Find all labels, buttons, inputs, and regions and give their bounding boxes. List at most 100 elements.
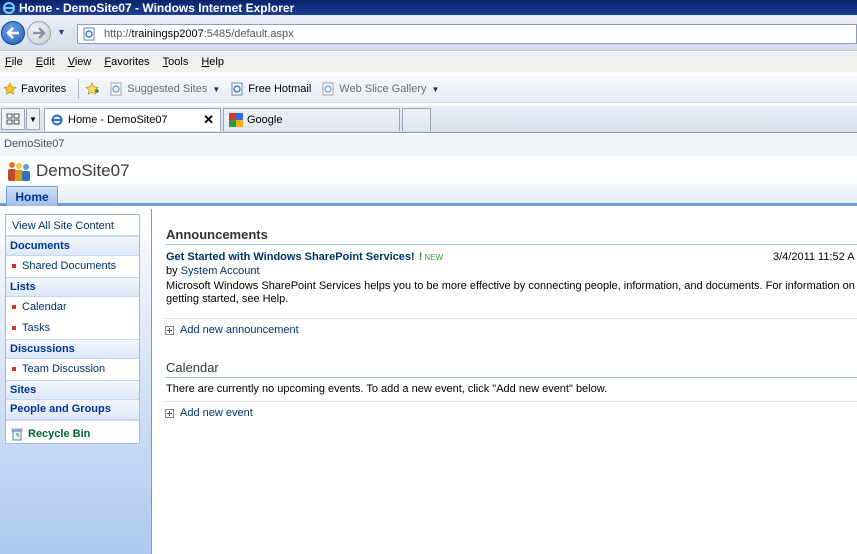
address-bar[interactable]: http://trainingsp2007:5485/default.aspx — [77, 24, 857, 44]
page-icon — [83, 27, 95, 41]
favorites-bar: Favorites Suggested Sites ▼ Free Hotmail… — [0, 76, 857, 103]
recycle-bin-label: Recycle Bin — [28, 428, 91, 440]
new-marker-bang: ! — [418, 251, 423, 263]
recycle-bin-link[interactable]: Recycle Bin — [6, 420, 139, 443]
announcement-author-link[interactable]: System Account — [181, 265, 260, 277]
url-host: trainingsp2007 — [131, 28, 204, 40]
tab-list-button[interactable]: ▼ — [26, 108, 40, 130]
favorites-free-hotmail[interactable]: Free Hotmail — [230, 82, 311, 96]
chevron-down-icon: ▼ — [431, 84, 440, 94]
window-titlebar: Home - DemoSite07 - Windows Internet Exp… — [0, 0, 857, 15]
recent-pages-dropdown[interactable]: ▼ — [57, 27, 66, 37]
add-item-icon — [165, 408, 174, 418]
ie-logo-icon — [2, 1, 16, 14]
by-label: by — [166, 265, 178, 277]
back-arrow-icon — [6, 27, 19, 39]
breadcrumb: DemoSite07 — [0, 134, 857, 156]
window-title: Home - DemoSite07 - Windows Internet Exp… — [19, 0, 295, 15]
top-nav-home-tab[interactable]: Home — [6, 186, 58, 206]
add-new-event-link[interactable]: Add new event — [165, 407, 253, 419]
forward-button[interactable] — [27, 21, 51, 45]
add-new-event-label: Add new event — [180, 407, 253, 419]
chevron-down-icon: ▼ — [29, 114, 37, 124]
tab-bar: ▼ Home - DemoSite07 ✕ Google — [0, 106, 857, 133]
quick-launch: View All Site Content Documents Shared D… — [5, 214, 140, 444]
announcements-title[interactable]: Announcements — [166, 227, 268, 242]
tab-label: Google — [247, 114, 283, 126]
bullet-icon — [12, 367, 16, 371]
webpart-divider — [165, 244, 857, 245]
calendar-title[interactable]: Calendar — [166, 360, 219, 375]
add-new-announcement-label: Add new announcement — [180, 324, 299, 336]
favorites-label: Favorites — [21, 83, 67, 95]
ie-page-icon — [322, 82, 334, 96]
ql-header-documents[interactable]: Documents — [6, 236, 139, 256]
calendar-empty-message: There are currently no upcoming events. … — [166, 383, 608, 395]
free-hotmail-label: Free Hotmail — [248, 83, 312, 95]
suggested-sites-label: Suggested Sites — [127, 83, 208, 95]
menu-favorites[interactable]: Favorites — [104, 56, 149, 68]
menu-tools[interactable]: Tools — [163, 56, 189, 68]
add-item-icon — [165, 325, 174, 335]
ql-item-team-discussion[interactable]: Team Discussion — [6, 359, 139, 380]
favorites-suggested-sites[interactable]: Suggested Sites ▼ — [109, 82, 220, 96]
announcement-item[interactable]: Get Started with Windows SharePoint Serv… — [166, 251, 443, 263]
ql-header-lists[interactable]: Lists — [6, 277, 139, 297]
add-favorite-star-icon — [85, 82, 100, 95]
ql-item-tasks[interactable]: Tasks — [6, 318, 139, 339]
bullet-icon — [12, 264, 16, 268]
announcement-byline: by System Account — [166, 265, 260, 277]
bullet-icon — [12, 305, 16, 309]
recycle-bin-icon — [11, 428, 23, 440]
item-divider — [165, 401, 857, 402]
left-navigation-pane: View All Site Content Documents Shared D… — [0, 209, 152, 554]
webpart-divider — [165, 377, 857, 378]
tab-label: Home - DemoSite07 — [68, 114, 168, 126]
ql-header-people-and-groups[interactable]: People and Groups — [6, 400, 139, 420]
url-prefix: http:// — [104, 28, 132, 40]
menu-bar: File Edit View Favorites Tools Help — [0, 52, 857, 72]
announcement-body: Microsoft Windows SharePoint Services he… — [166, 280, 855, 305]
favorites-star-icon — [3, 82, 17, 95]
back-button[interactable] — [1, 21, 25, 45]
site-header: DemoSite07 — [0, 156, 857, 184]
tab-home-demosite07[interactable]: Home - DemoSite07 ✕ — [44, 108, 221, 131]
chevron-down-icon: ▼ — [212, 84, 221, 94]
ie-page-icon — [110, 82, 122, 96]
quick-tabs-button[interactable] — [1, 108, 25, 130]
ql-item-calendar[interactable]: Calendar — [6, 297, 139, 318]
url-path: :5485/default.aspx — [203, 28, 294, 40]
web-slice-gallery-label: Web Slice Gallery — [339, 83, 427, 95]
announcement-date: 3/4/2011 11:52 A — [773, 251, 855, 263]
view-all-site-content-link[interactable]: View All Site Content — [6, 215, 139, 236]
menu-edit[interactable]: Edit — [36, 56, 55, 68]
add-new-announcement-link[interactable]: Add new announcement — [165, 324, 299, 336]
people-logo-icon — [8, 162, 30, 181]
ql-item-label: Tasks — [22, 322, 51, 334]
ie-page-icon — [231, 82, 243, 96]
menu-file[interactable]: File — [5, 56, 23, 68]
close-icon[interactable]: ✕ — [203, 112, 214, 128]
tab-google[interactable]: Google — [223, 108, 400, 131]
ql-item-label: Team Discussion — [22, 363, 106, 375]
bullet-icon — [12, 326, 16, 330]
ql-item-label: Calendar — [22, 301, 67, 313]
ql-header-sites[interactable]: Sites — [6, 380, 139, 400]
add-to-favorites-button[interactable] — [85, 82, 103, 96]
breadcrumb-site-link[interactable]: DemoSite07 — [4, 138, 65, 150]
site-title: DemoSite07 — [36, 161, 130, 180]
favorites-web-slice-gallery[interactable]: Web Slice Gallery ▼ — [321, 82, 439, 96]
ql-item-shared-documents[interactable]: Shared Documents — [6, 256, 139, 277]
menu-view[interactable]: View — [68, 56, 92, 68]
favorites-button[interactable]: Favorites — [3, 82, 66, 96]
forward-arrow-icon — [33, 27, 46, 39]
navigation-bar: ▼ http://trainingsp2007:5485/default.asp… — [0, 15, 857, 51]
new-tab-button[interactable] — [402, 108, 431, 131]
announcement-headline: Get Started with Windows SharePoint Serv… — [166, 251, 415, 263]
ql-header-discussions[interactable]: Discussions — [6, 339, 139, 359]
ql-item-label: Shared Documents — [22, 260, 117, 272]
menu-help[interactable]: Help — [201, 56, 224, 68]
google-logo-icon — [229, 113, 243, 127]
top-navigation: Home — [0, 184, 857, 206]
item-divider — [165, 318, 857, 319]
